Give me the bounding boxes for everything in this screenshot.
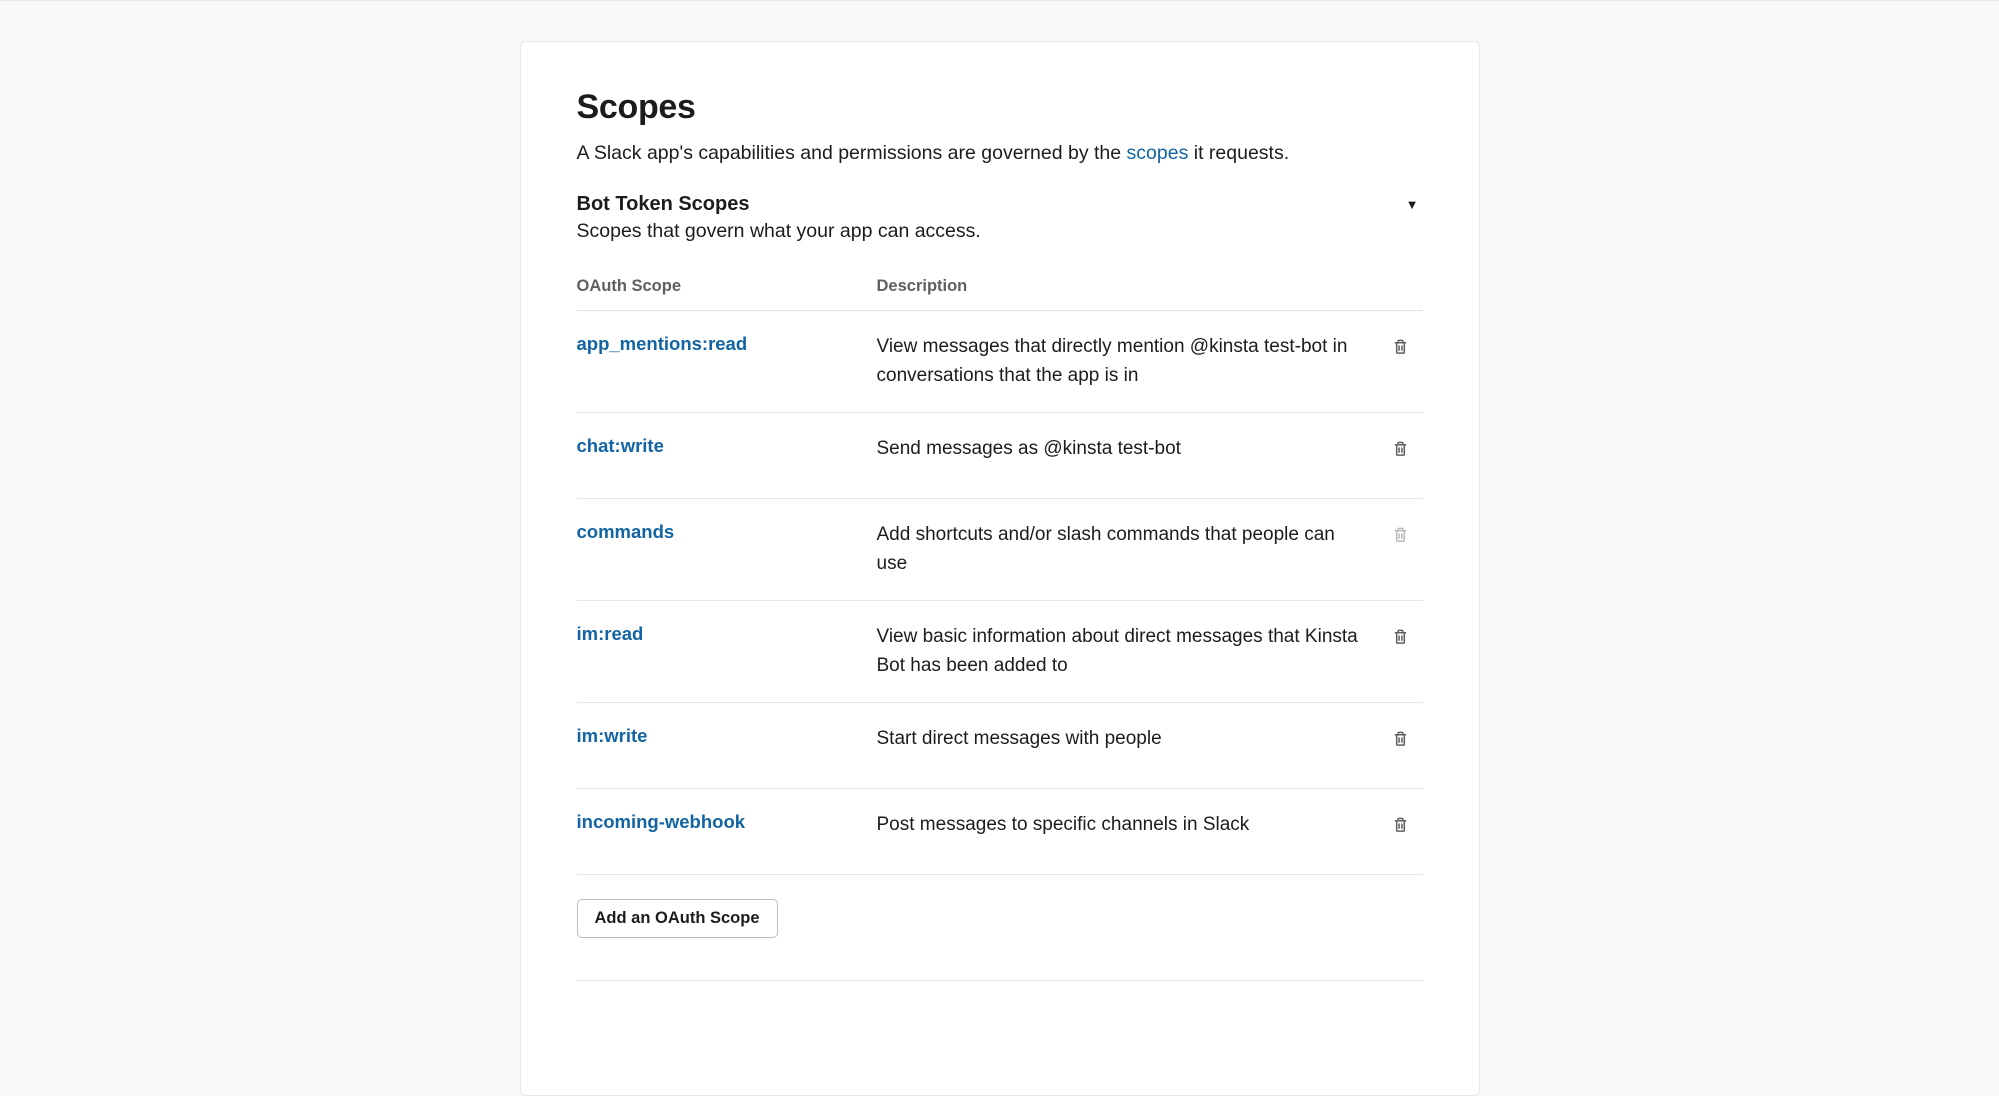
add-oauth-scope-button[interactable]: Add an OAuth Scope (577, 899, 778, 938)
scope-link[interactable]: chat:write (577, 435, 664, 456)
table-row: incoming-webhook Post messages to specifi… (577, 789, 1423, 875)
delete-scope-button (1387, 521, 1414, 548)
delete-scope-button[interactable] (1387, 623, 1414, 650)
trash-icon (1391, 439, 1410, 458)
scopes-link[interactable]: scopes (1127, 142, 1189, 164)
table-row: chat:write Send messages as @kinsta test-… (577, 413, 1423, 499)
scope-description: Send messages as @kinsta test-bot (877, 435, 1379, 464)
divider (577, 980, 1423, 981)
table-row: im:read View basic information about dire… (577, 601, 1423, 703)
header-oauth-scope: OAuth Scope (577, 277, 877, 296)
bot-token-header[interactable]: Bot Token Scopes ▼ (577, 193, 1423, 216)
intro-text-post: it requests. (1188, 142, 1289, 164)
scope-description: Start direct messages with people (877, 725, 1379, 754)
delete-scope-button[interactable] (1387, 811, 1414, 838)
chevron-down-icon: ▼ (1406, 197, 1423, 212)
bot-token-title: Bot Token Scopes (577, 193, 750, 216)
delete-scope-button[interactable] (1387, 333, 1414, 360)
scopes-table: OAuth Scope Description app_mentions:rea… (577, 277, 1423, 875)
scope-description: Post messages to specific channels in Sl… (877, 811, 1379, 840)
intro-text: A Slack app's capabilities and permissio… (577, 139, 1423, 167)
page-wrapper: Scopes A Slack app's capabilities and pe… (0, 0, 1999, 1096)
trash-icon (1391, 627, 1410, 646)
header-description: Description (877, 277, 1379, 296)
table-row: im:write Start direct messages with peopl… (577, 703, 1423, 789)
scope-link[interactable]: app_mentions:read (577, 333, 748, 354)
table-row: commands Add shortcuts and/or slash comma… (577, 499, 1423, 601)
trash-icon (1391, 815, 1410, 834)
scope-link[interactable]: im:write (577, 725, 648, 746)
scope-link[interactable]: commands (577, 521, 675, 542)
trash-icon (1391, 337, 1410, 356)
scope-description: Add shortcuts and/or slash commands that… (877, 521, 1379, 578)
scope-link[interactable]: incoming-webhook (577, 811, 746, 832)
scope-description: View messages that directly mention @kin… (877, 333, 1379, 390)
table-header: OAuth Scope Description (577, 277, 1423, 311)
bot-token-desc: Scopes that govern what your app can acc… (577, 220, 1423, 243)
delete-scope-button[interactable] (1387, 725, 1414, 752)
scope-description: View basic information about direct mess… (877, 623, 1379, 680)
scopes-card: Scopes A Slack app's capabilities and pe… (520, 41, 1480, 1096)
scope-link[interactable]: im:read (577, 623, 644, 644)
intro-text-pre: A Slack app's capabilities and permissio… (577, 142, 1127, 164)
delete-scope-button[interactable] (1387, 435, 1414, 462)
table-row: app_mentions:read View messages that dire… (577, 311, 1423, 413)
trash-icon (1391, 525, 1410, 544)
page-title: Scopes (577, 88, 1423, 127)
trash-icon (1391, 729, 1410, 748)
